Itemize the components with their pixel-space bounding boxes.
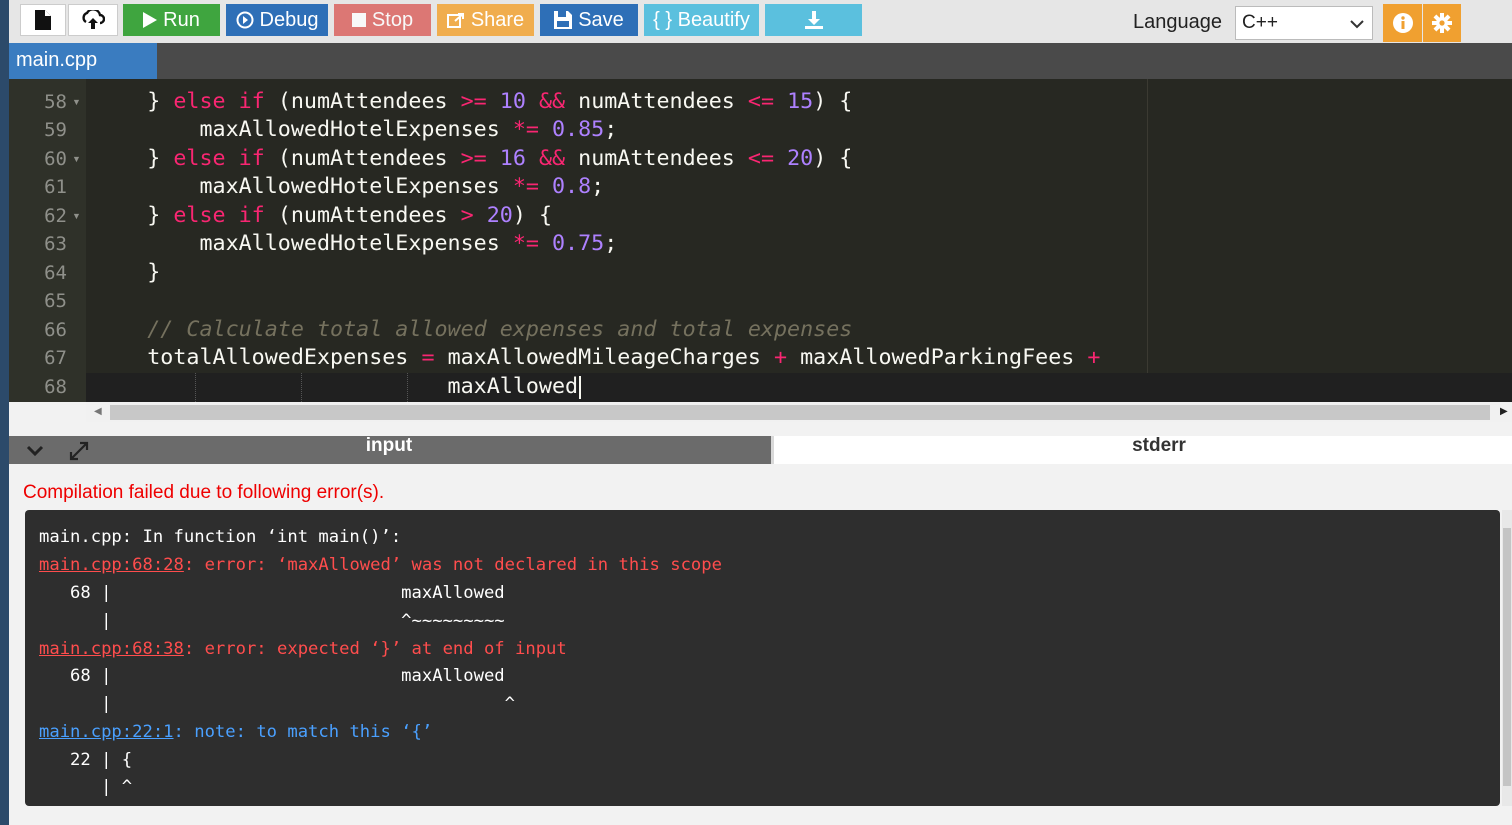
code-line-62: } else if (numAttendees > 20) { xyxy=(95,203,553,228)
language-value: C++ xyxy=(1242,12,1278,33)
note-location-link[interactable]: main.cpp:22:1 xyxy=(39,722,174,742)
line-number: 66 xyxy=(44,319,67,341)
io-tab-input-area[interactable]: input xyxy=(9,436,771,464)
debug-icon xyxy=(236,11,254,29)
chevron-down-icon xyxy=(1350,15,1364,37)
line-number: 64 xyxy=(44,262,67,284)
fold-arrow-icon[interactable]: ▼ xyxy=(72,88,81,116)
debug-label: Debug xyxy=(259,8,319,31)
console-output: main.cpp: In function ‘int main()’: main… xyxy=(25,510,1500,806)
download-icon xyxy=(804,11,823,29)
toolbar: Run Debug Stop Share Save { } Beautify L… xyxy=(9,0,1512,43)
new-file-button[interactable] xyxy=(20,4,66,36)
download-button[interactable] xyxy=(765,4,862,36)
line-number: 60 xyxy=(44,148,67,170)
save-button[interactable]: Save xyxy=(540,4,638,36)
console-line: 68 | maxAllowed xyxy=(39,583,505,603)
settings-button[interactable] xyxy=(1422,4,1461,42)
code-line-66: // Calculate total allowed expenses and … xyxy=(95,317,853,342)
code-line-60: } else if (numAttendees >= 16 && numAtte… xyxy=(95,146,853,171)
text-cursor xyxy=(579,376,581,399)
left-edge-strip xyxy=(0,0,9,825)
console-line: | ^ xyxy=(39,694,515,714)
print-margin xyxy=(1147,79,1148,402)
code-line-64: } xyxy=(95,260,161,285)
beautify-label: { } Beautify xyxy=(653,8,750,31)
save-icon xyxy=(554,11,573,29)
console-line: main.cpp:22:1: note: to match this ‘{’ xyxy=(39,722,433,742)
code-line-61: maxAllowedHotelExpenses *= 0.8; xyxy=(95,174,605,199)
play-icon xyxy=(143,12,158,28)
io-tab-divider xyxy=(771,436,774,464)
upload-button[interactable] xyxy=(68,4,118,36)
save-label: Save xyxy=(578,8,624,31)
tab-stderr[interactable]: stderr xyxy=(1059,436,1259,456)
expand-icon[interactable] xyxy=(67,439,91,468)
io-panel-tabs: input stderr xyxy=(9,436,1512,464)
console-line: | ^ xyxy=(39,777,133,797)
language-label: Language xyxy=(1133,11,1222,33)
console-line: main.cpp:68:28: error: ‘maxAllowed’ was … xyxy=(39,555,722,575)
line-number: 58 xyxy=(44,91,67,113)
line-number: 63 xyxy=(44,233,67,255)
stop-label: Stop xyxy=(371,8,414,31)
console-line: 68 | maxAllowed xyxy=(39,666,505,686)
code-line-63: maxAllowedHotelExpenses *= 0.75; xyxy=(95,231,618,256)
error-location-link[interactable]: main.cpp:68:28 xyxy=(39,555,184,575)
tab-input[interactable]: input xyxy=(289,436,489,456)
compilation-error-message: Compilation failed due to following erro… xyxy=(23,482,385,503)
share-icon xyxy=(446,12,465,28)
code-editor[interactable]: 58 ▼ 59 60 ▼ 61 62 ▼ 63 64 65 66 67 68 } el… xyxy=(9,79,1512,402)
code-line-67: totalAllowedExpenses = maxAllowedMileage… xyxy=(95,345,1101,370)
code-line-68: maxAllowed xyxy=(95,374,579,399)
info-button[interactable] xyxy=(1383,4,1422,42)
file-icon xyxy=(35,10,51,30)
console-line: 22 | { xyxy=(39,750,133,770)
debug-button[interactable]: Debug xyxy=(226,4,328,36)
file-tab-bar: main.cpp xyxy=(9,43,1512,79)
cloud-upload-icon xyxy=(81,10,105,30)
console-line: | ^~~~~~~~~~ xyxy=(39,611,505,631)
run-label: Run xyxy=(163,8,200,31)
language-select[interactable]: C++ xyxy=(1235,6,1373,40)
run-button[interactable]: Run xyxy=(123,4,220,36)
fold-arrow-icon[interactable]: ▼ xyxy=(72,202,81,230)
horizontal-scrollbar[interactable]: ◀ ▶ xyxy=(86,402,1512,422)
stop-icon xyxy=(351,13,366,27)
info-icon xyxy=(1392,12,1414,34)
gear-icon xyxy=(1431,12,1453,34)
line-number: 67 xyxy=(44,347,67,369)
chevron-down-icon[interactable] xyxy=(25,438,45,465)
share-button[interactable]: Share xyxy=(437,4,534,36)
share-label: Share xyxy=(470,8,525,31)
console-line: main.cpp:68:38: error: expected ‘}’ at e… xyxy=(39,639,567,659)
code-line-58: } else if (numAttendees >= 10 && numAtte… xyxy=(95,89,853,114)
line-number: 65 xyxy=(44,290,67,312)
console-vertical-scrollbar[interactable] xyxy=(1502,510,1512,806)
line-number: 59 xyxy=(44,119,67,141)
line-number: 62 xyxy=(44,205,67,227)
error-location-link[interactable]: main.cpp:68:38 xyxy=(39,639,184,659)
console-line: main.cpp: In function ‘int main()’: xyxy=(39,527,402,547)
scroll-left-icon[interactable]: ◀ xyxy=(94,406,102,417)
fold-arrow-icon[interactable]: ▼ xyxy=(72,145,81,173)
code-line-59: maxAllowedHotelExpenses *= 0.85; xyxy=(95,117,618,142)
line-number: 61 xyxy=(44,176,67,198)
scrollbar-thumb[interactable] xyxy=(1503,528,1511,786)
scroll-right-icon[interactable]: ▶ xyxy=(1500,406,1508,417)
beautify-button[interactable]: { } Beautify xyxy=(644,4,759,36)
tab-main-cpp[interactable]: main.cpp xyxy=(9,43,157,79)
line-number: 68 xyxy=(44,376,67,398)
scrollbar-thumb[interactable] xyxy=(110,405,1490,420)
stop-button[interactable]: Stop xyxy=(334,4,431,36)
